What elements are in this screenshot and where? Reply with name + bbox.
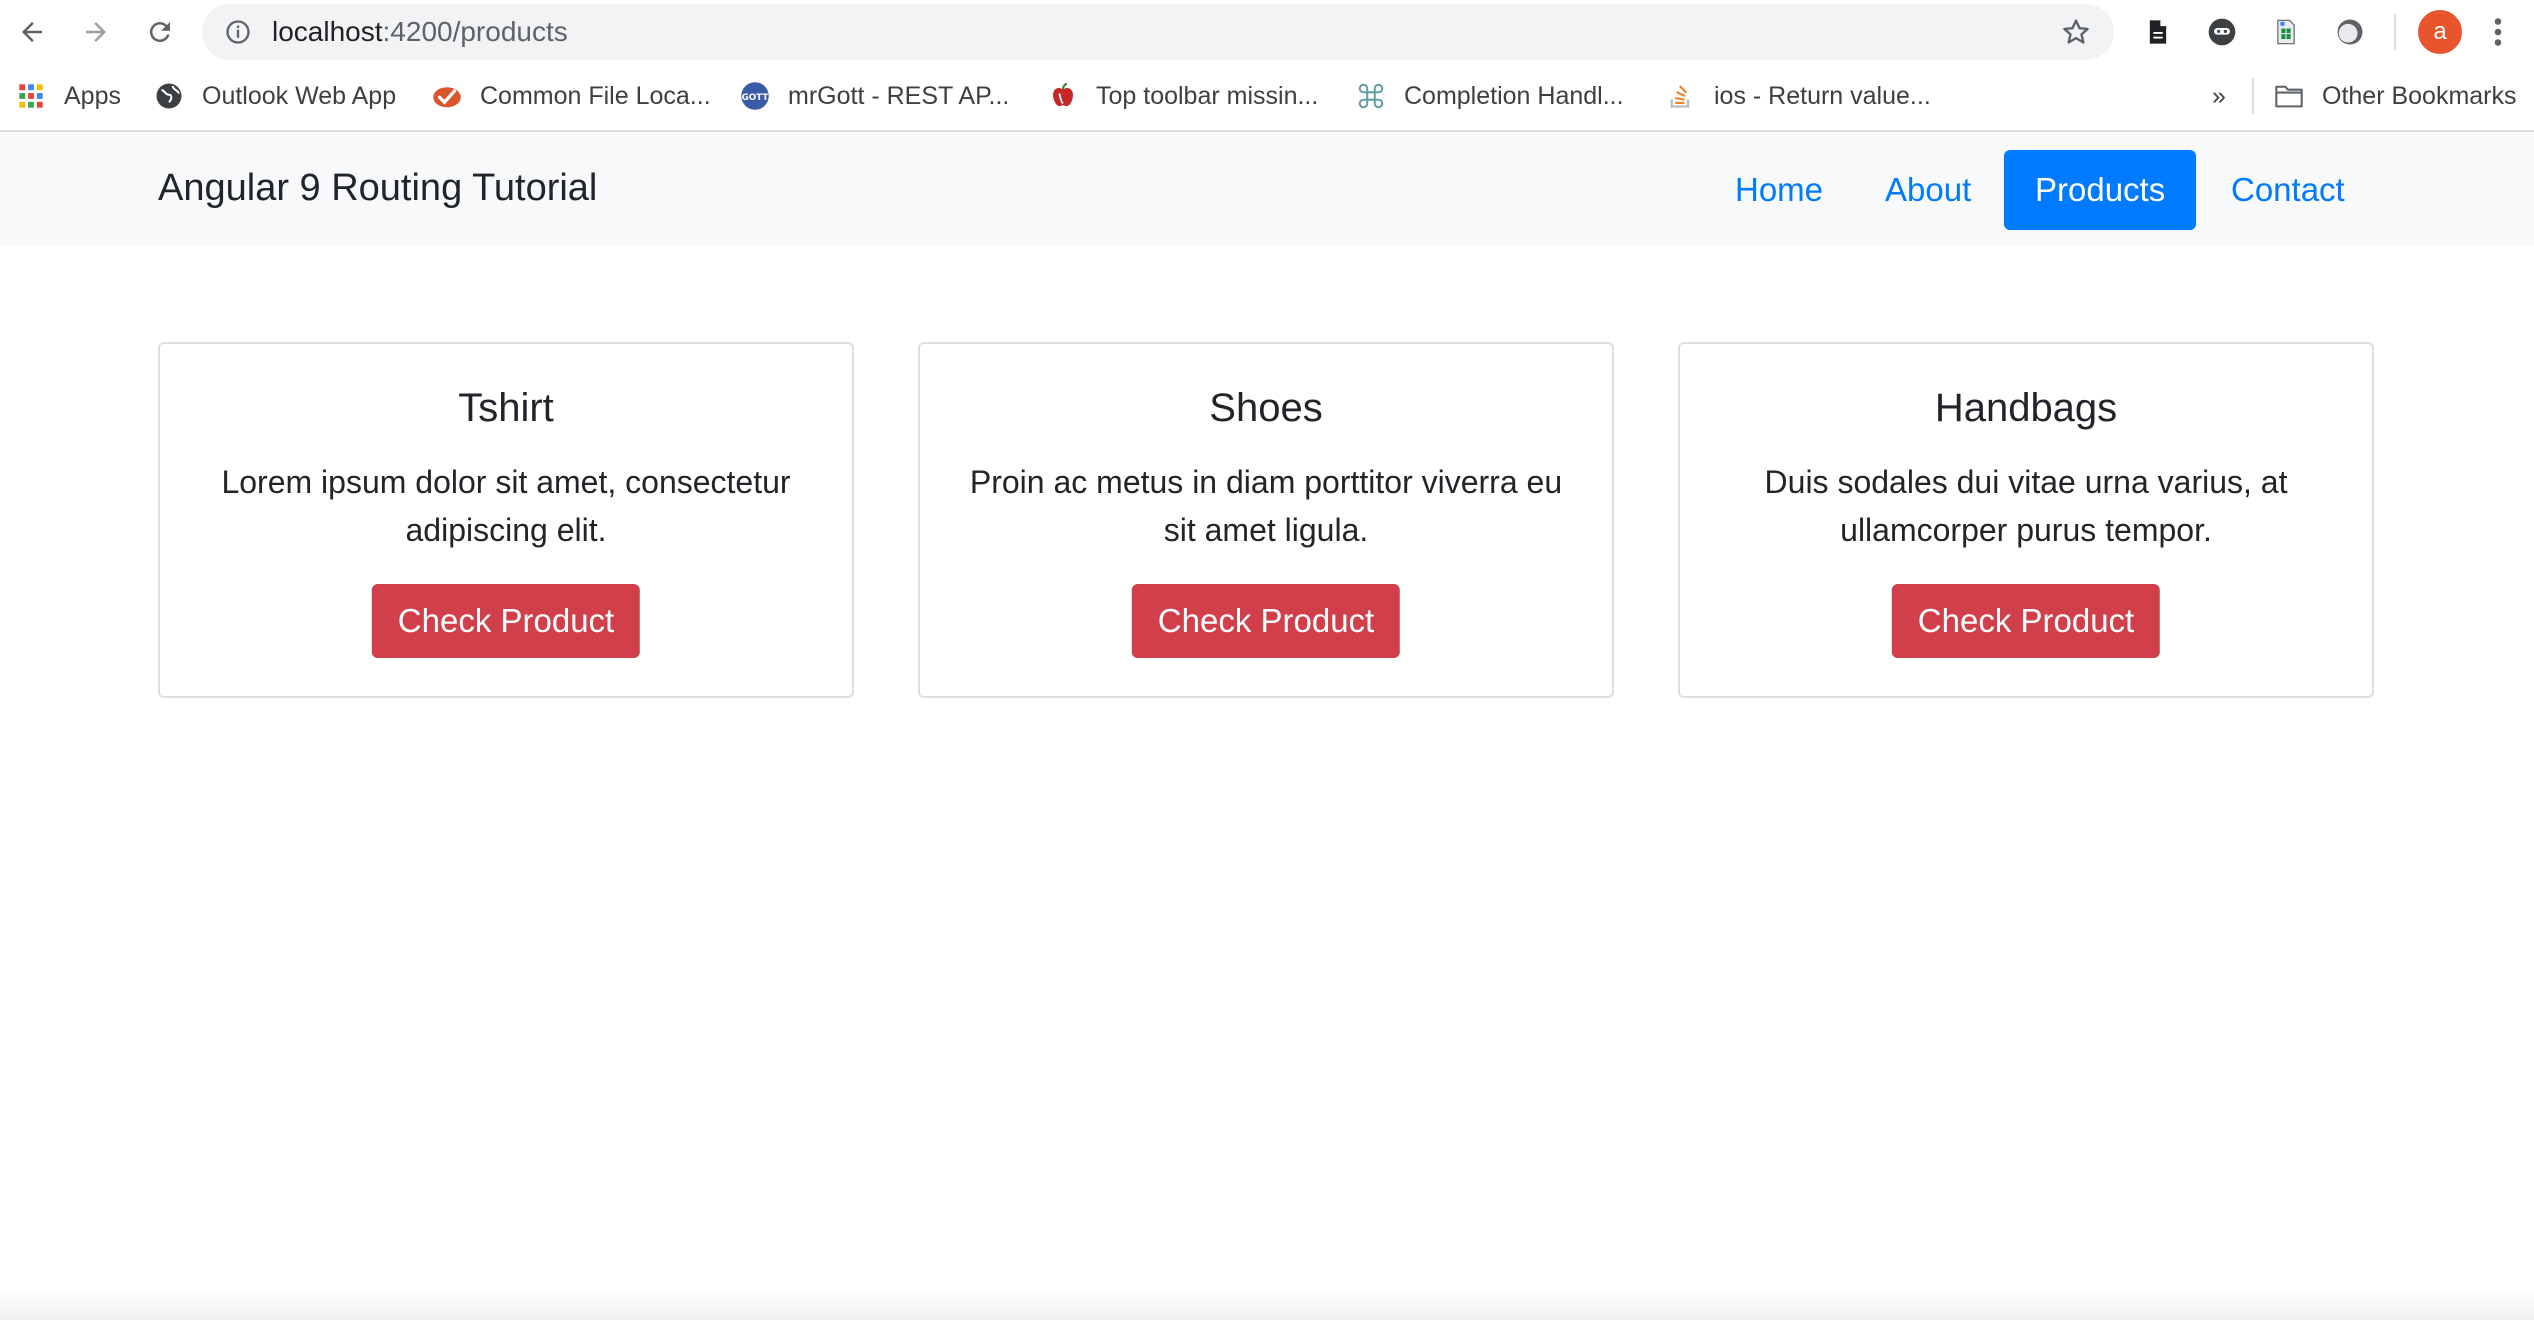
forward-button[interactable] bbox=[74, 10, 118, 54]
ninja-icon bbox=[2208, 18, 2236, 46]
arrow-left-icon bbox=[22, 22, 42, 42]
checkmark-badge-icon bbox=[432, 81, 462, 111]
globe-icon bbox=[154, 81, 184, 111]
product-description: Proin ac metus in diam porttitor viverra… bbox=[969, 464, 1563, 548]
bookmark-label: Apps bbox=[64, 81, 121, 110]
bookmark-outlook[interactable]: Outlook Web App bbox=[154, 78, 396, 114]
bookmarks-overflow-button[interactable]: » bbox=[2212, 78, 2226, 114]
arrow-right-icon bbox=[86, 22, 106, 42]
bookmarks-bar: Apps Outlook Web App Common File Loca...… bbox=[0, 64, 2534, 132]
bookmark-label: ios - Return value... bbox=[1714, 81, 1931, 110]
window-bottom-shadow bbox=[0, 1290, 2534, 1320]
app-navbar: Angular 9 Routing Tutorial Home About Pr… bbox=[0, 132, 2534, 246]
bookmark-mrgott[interactable]: GOTT mrGott - REST AP... bbox=[740, 78, 1009, 114]
product-title: Handbags bbox=[1934, 386, 2118, 430]
bookmark-label: mrGott - REST AP... bbox=[788, 81, 1010, 110]
circle-icon bbox=[2337, 19, 2363, 45]
check-product-button[interactable]: Check Product bbox=[371, 584, 641, 658]
check-product-button[interactable]: Check Product bbox=[1131, 584, 1401, 658]
bookmark-apps[interactable]: Apps bbox=[16, 78, 121, 114]
extension-circle[interactable] bbox=[2332, 14, 2368, 50]
info-icon[interactable] bbox=[224, 18, 252, 46]
url-host: localhost bbox=[272, 16, 383, 47]
product-card: Tshirt Lorem ipsum dolor sit amet, conse… bbox=[158, 342, 854, 698]
nav-home[interactable]: Home bbox=[1704, 150, 1854, 230]
bookmark-other[interactable]: Other Bookmarks bbox=[2274, 78, 2517, 114]
bookmark-label: Top toolbar missin... bbox=[1096, 81, 1319, 110]
bookmark-common-file[interactable]: Common File Loca... bbox=[432, 78, 711, 114]
product-card: Handbags Duis sodales dui vitae urna var… bbox=[1678, 342, 2374, 698]
extension-ninja[interactable] bbox=[2204, 14, 2240, 50]
check-product-button[interactable]: Check Product bbox=[1891, 584, 2161, 658]
browser-toolbar: localhost:4200/products a bbox=[0, 0, 2534, 64]
url-path: :4200/products bbox=[382, 16, 568, 47]
product-description: Lorem ipsum dolor sit amet, consectetur … bbox=[221, 464, 791, 548]
bookmark-ios-return[interactable]: ios - Return value... bbox=[1666, 78, 1931, 114]
folder-icon bbox=[2274, 81, 2304, 111]
svg-text:GOTT: GOTT bbox=[742, 93, 769, 103]
url-text[interactable]: localhost:4200/products bbox=[272, 16, 568, 48]
extension-sheet[interactable] bbox=[2268, 14, 2304, 50]
navbar-brand[interactable]: Angular 9 Routing Tutorial bbox=[158, 164, 597, 212]
avatar[interactable]: a bbox=[2418, 10, 2462, 54]
star-icon[interactable] bbox=[2060, 16, 2092, 48]
product-description: Duis sodales dui vitae urna varius, at u… bbox=[1764, 464, 2288, 548]
bookmarks-separator bbox=[2252, 78, 2254, 114]
nav-products[interactable]: Products bbox=[2004, 150, 2197, 230]
product-card: Shoes Proin ac metus in diam porttitor v… bbox=[918, 342, 1614, 698]
more-vert-icon[interactable] bbox=[2486, 14, 2510, 50]
nav-contact[interactable]: Contact bbox=[2200, 150, 2376, 230]
chevron-double-right-icon: » bbox=[2212, 81, 2226, 110]
stackoverflow-icon bbox=[1666, 81, 1696, 111]
bookmark-label: Completion Handl... bbox=[1404, 81, 1624, 110]
reload-icon bbox=[149, 22, 170, 43]
document-icon bbox=[2149, 20, 2167, 44]
gott-icon: GOTT bbox=[740, 81, 770, 111]
nav-about[interactable]: About bbox=[1854, 150, 2002, 230]
bookmark-completion-handler[interactable]: Completion Handl... bbox=[1356, 78, 1624, 114]
bookmark-top-toolbar[interactable]: Top toolbar missin... bbox=[1048, 78, 1318, 114]
bookmark-label: Other Bookmarks bbox=[2322, 81, 2517, 110]
product-title: Tshirt bbox=[458, 386, 554, 430]
back-button[interactable] bbox=[10, 10, 54, 54]
toolbar-separator bbox=[2394, 14, 2396, 50]
reload-button[interactable] bbox=[138, 10, 182, 54]
bookmark-label: Outlook Web App bbox=[202, 81, 397, 110]
extension-document[interactable] bbox=[2140, 14, 2176, 50]
address-bar[interactable]: localhost:4200/products bbox=[202, 4, 2114, 60]
apps-grid-icon bbox=[16, 81, 46, 111]
command-icon bbox=[1356, 81, 1386, 111]
product-title: Shoes bbox=[1209, 386, 1323, 430]
bookmark-label: Common File Loca... bbox=[480, 81, 711, 110]
spreadsheet-icon bbox=[2277, 19, 2295, 45]
apple-icon bbox=[1048, 81, 1078, 111]
